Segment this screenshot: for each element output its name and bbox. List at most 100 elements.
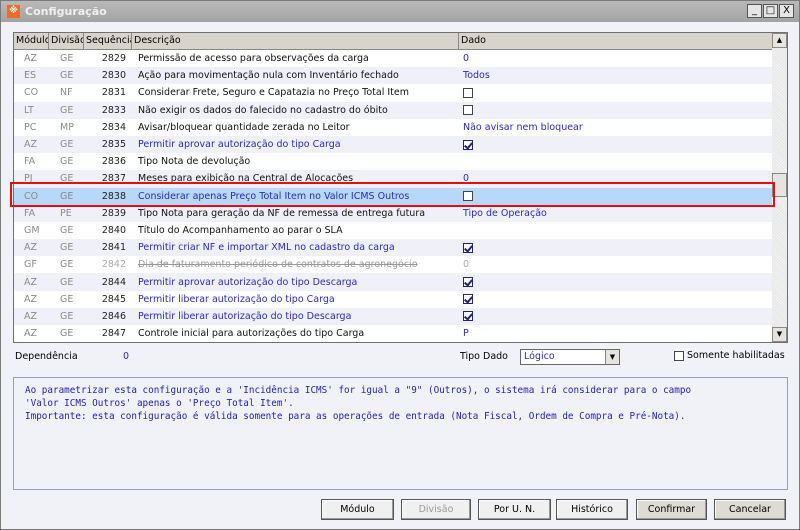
dado-cell[interactable]: 0 — [459, 173, 773, 184]
col-header-divisao[interactable]: Divisão — [49, 33, 84, 50]
scroll-thumb[interactable] — [772, 173, 787, 197]
dado-cell[interactable] — [459, 242, 773, 253]
dado-cell[interactable] — [459, 191, 773, 202]
modulo-cell: FA — [24, 207, 36, 219]
minimize-button[interactable]: _ — [747, 4, 762, 18]
divisao-cell: NF — [60, 87, 73, 99]
dado-cell[interactable]: Tipo de Operação — [459, 208, 773, 219]
divisao-cell: GE — [60, 173, 74, 185]
descricao-cell: Ação para movimentação nula com Inventár… — [138, 70, 399, 82]
descricao-cell: Dia de faturamento periódico de contrato… — [138, 259, 418, 271]
modulo-cell: AZ — [24, 139, 38, 151]
table-row[interactable]: AZ GE 2829 Permissão de acesso para observa… — [14, 50, 773, 67]
help-text: Ao parametrizar esta configuração e a 'I… — [13, 377, 788, 490]
scroll-down-icon[interactable]: ▼ — [772, 327, 787, 342]
modulo-cell: AZ — [24, 310, 38, 322]
title-bar[interactable]: ※ Configuração _ □ X — [1, 1, 799, 22]
divisao-cell: GE — [60, 139, 74, 151]
table-row[interactable]: AZ GE 2846 Permitir liberar autorização do … — [14, 307, 773, 325]
somente-habilitadas-label[interactable]: Somente habilitadas — [687, 350, 785, 361]
chevron-down-icon[interactable]: ▼ — [605, 350, 619, 364]
sequencia-cell: 2833 — [101, 104, 126, 116]
table-row[interactable]: PJ GE 2837 Meses para exibição na Central d… — [14, 170, 773, 188]
scroll-up-icon[interactable]: ▲ — [772, 33, 787, 48]
modulo-cell: FA — [24, 156, 36, 168]
table-row[interactable]: AZ GE 2844 Permitir aprovar autorização do … — [14, 273, 773, 291]
col-header-sequencia[interactable]: Sequência — [84, 33, 132, 50]
table-row[interactable]: AZ GE 2841 Permitir criar NF e importar XML… — [14, 239, 773, 257]
col-header-dado[interactable]: Dado — [459, 33, 773, 50]
sequencia-cell: 2829 — [101, 53, 126, 65]
tipo-dado-select[interactable]: Lógico ▼ — [520, 349, 620, 365]
divisao-cell: GE — [60, 70, 74, 82]
divisao-cell: GE — [60, 190, 74, 202]
descricao-cell: Permitir criar NF e importar XML no cada… — [138, 242, 395, 254]
table-row[interactable]: GF GE 2842 Dia de faturamento periódico de … — [14, 256, 773, 273]
checked-checkbox-icon[interactable] — [463, 277, 473, 288]
dependencia-value: 0 — [123, 351, 130, 362]
table-row[interactable]: GM GE 2840 Título do Acompanhamento ao para… — [14, 222, 773, 239]
maximize-button[interactable]: □ — [763, 4, 778, 18]
dado-cell[interactable] — [459, 105, 773, 116]
divisao-button[interactable]: Divisão — [401, 499, 471, 520]
descricao-cell: Permissão de acesso para observações da … — [138, 53, 369, 65]
table-row[interactable]: PC MP 2834 Avisar/bloquear quantidade zerad… — [14, 119, 773, 136]
modulo-cell: ES — [24, 70, 37, 82]
historico-button[interactable]: Histórico — [556, 499, 628, 520]
divisao-cell: GE — [60, 259, 74, 271]
vertical-scrollbar[interactable]: ▲ ▼ — [772, 33, 787, 342]
table-row[interactable]: CO GE 2838 Considerar apenas Preço Total It… — [14, 187, 773, 205]
table-row[interactable]: FA PE 2839 Tipo Nota para geração da NF de … — [14, 204, 773, 222]
confirmar-button[interactable]: Confirmar — [636, 499, 707, 520]
grid-header: Módulo Divisão Sequência Descrição Dado — [14, 33, 773, 50]
unchecked-checkbox-icon[interactable] — [463, 191, 473, 202]
table-row[interactable]: AZ GE 2845 Permitir liberar autorização do … — [14, 291, 773, 308]
table-row[interactable]: CO NF 2831 Considerar Frete, Seguro e Capat… — [14, 84, 773, 101]
divisao-cell: GE — [60, 276, 74, 288]
sequencia-cell: 2831 — [101, 87, 126, 99]
dado-cell[interactable] — [459, 311, 773, 322]
divisao-cell: GE — [60, 242, 74, 254]
table-row[interactable]: FA GE 2836 Tipo Nota de devolução — [14, 153, 773, 170]
somente-habilitadas-checkbox[interactable] — [674, 351, 684, 361]
unchecked-checkbox-icon[interactable] — [463, 105, 473, 116]
divisao-cell: GE — [60, 53, 74, 65]
checked-checkbox-icon[interactable] — [463, 294, 473, 305]
modulo-cell: AZ — [24, 328, 38, 340]
dado-cell[interactable]: Todos — [459, 70, 773, 81]
sequencia-cell: 2842 — [101, 259, 126, 271]
descricao-cell: Avisar/bloquear quantidade zerada no Lei… — [138, 121, 350, 133]
modulo-cell: PJ — [24, 173, 33, 185]
checked-checkbox-icon[interactable] — [463, 242, 473, 253]
descricao-cell: Permitir aprovar autorização do tipo Des… — [138, 276, 358, 288]
modulo-cell: AZ — [24, 242, 38, 254]
dado-cell[interactable]: 0 — [459, 259, 773, 270]
checked-checkbox-icon[interactable] — [463, 139, 473, 150]
dependencia-label: Dependência — [15, 351, 78, 362]
unchecked-checkbox-icon[interactable] — [463, 87, 473, 98]
col-header-descricao[interactable]: Descrição — [132, 33, 459, 50]
col-header-modulo[interactable]: Módulo — [14, 33, 49, 50]
tipo-dado-label: Tipo Dado — [460, 351, 508, 362]
descricao-cell: Meses para exibição na Central de Alocaç… — [138, 173, 354, 185]
modulo-cell: PC — [24, 121, 37, 133]
cancelar-button[interactable]: Cancelar — [714, 499, 786, 520]
sequencia-cell: 2845 — [101, 293, 126, 305]
dado-cell[interactable]: P — [459, 328, 773, 339]
dado-cell[interactable] — [459, 294, 773, 305]
dado-cell[interactable] — [459, 139, 773, 150]
dado-cell[interactable]: Não avisar nem bloquear — [459, 122, 773, 133]
dado-cell[interactable]: 0 — [459, 53, 773, 64]
checked-checkbox-icon[interactable] — [463, 311, 473, 322]
modulo-button[interactable]: Módulo — [321, 499, 394, 520]
descricao-cell: Não exigir os dados do falecido no cadas… — [138, 104, 388, 116]
table-row[interactable]: LT GE 2833 Não exigir os dados do falecido … — [14, 101, 773, 119]
dado-cell[interactable] — [459, 277, 773, 288]
close-button[interactable]: X — [779, 4, 794, 18]
descricao-cell: Permitir liberar autorização do tipo Car… — [138, 293, 335, 305]
dado-cell[interactable] — [459, 87, 773, 98]
por-un-button[interactable]: Por U. N. — [478, 499, 551, 520]
table-row[interactable]: AZ GE 2835 Permitir aprovar autorização do … — [14, 135, 773, 154]
table-row[interactable]: AZ GE 2847 Controle inicial para autorizaçõ… — [14, 325, 773, 342]
table-row[interactable]: ES GE 2830 Ação para movimentação nula com … — [14, 67, 773, 85]
